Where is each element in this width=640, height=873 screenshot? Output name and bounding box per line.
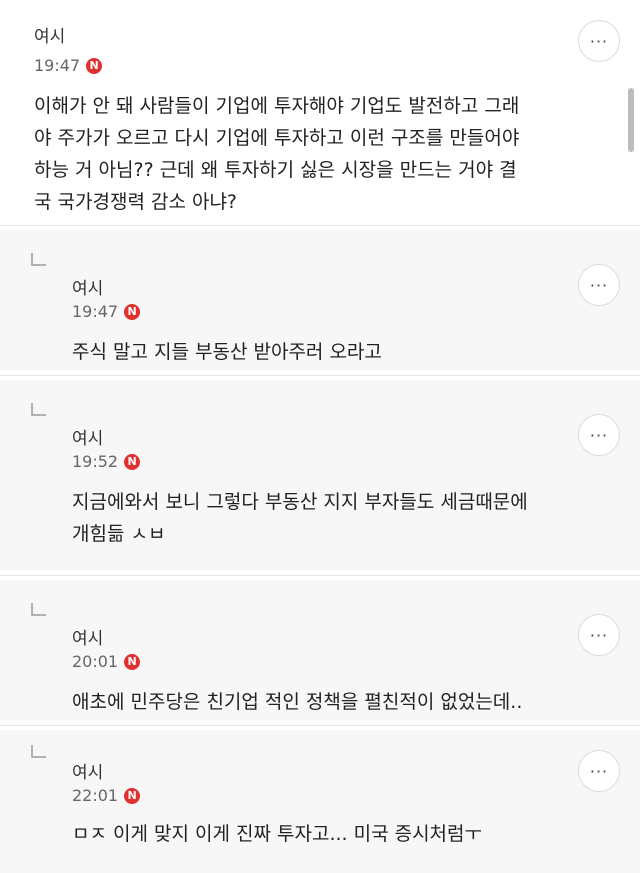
- reply-arrow-icon: [31, 745, 46, 758]
- more-icon: ···: [589, 761, 609, 781]
- reply-line: 애초에 민주당은 친기업 적인 정책을 펼친적이 없었는데..: [72, 691, 523, 713]
- reply-username[interactable]: 여시: [72, 274, 103, 299]
- more-options-button[interactable]: ···: [578, 20, 620, 62]
- reply-line: 지금에와서 보니 그렇다 부동산 지지 부자들도 세금때문에: [72, 491, 528, 513]
- more-icon: ···: [589, 425, 609, 445]
- new-badge-icon: N: [124, 653, 141, 670]
- comment-line: 야 주가가 오르고 다시 기업에 투자하고 이런 구조를 만들어야: [34, 127, 520, 149]
- reply-username[interactable]: 여시: [72, 758, 103, 783]
- more-options-button[interactable]: ···: [578, 750, 620, 792]
- divider: [0, 575, 640, 576]
- reply-time: 20:01: [72, 652, 119, 671]
- comment-line: 하능 거 아님?? 근데 왜 투자하기 싫은 시장을 만드는 거야 결: [34, 159, 517, 181]
- comment: 여시 19:47 N ··· 이해가 안 돼 사람들이 기업에 투자해야 기업도…: [0, 0, 640, 222]
- divider: [0, 375, 640, 376]
- reply-username[interactable]: 여시: [72, 624, 103, 649]
- more-icon: ···: [589, 625, 609, 645]
- comment-body: 이해가 안 돼 사람들이 기업에 투자해야 기업도 발전하고 그래 야 주가가 …: [34, 90, 519, 218]
- reply-comment: 여시 22:01 N ··· ㅁㅈ 이게 맞지 이게 진짜 투자고... 미국 …: [0, 730, 640, 873]
- comment-line: 국 국가경쟁력 감소 아냐?: [34, 191, 238, 213]
- divider: [0, 725, 640, 726]
- reply-meta: 19:47 N: [72, 302, 141, 321]
- reply-line: 주식 말고 지들 부동산 받아주러 오라고: [72, 341, 382, 363]
- reply-meta: 22:01 N: [72, 786, 141, 805]
- new-badge-icon: N: [124, 303, 141, 320]
- reply-comment: 여시 19:47 N ··· 주식 말고 지들 부동산 받아주러 오라고: [0, 230, 640, 370]
- reply-arrow-icon: [31, 253, 46, 266]
- more-options-button[interactable]: ···: [578, 614, 620, 656]
- more-icon: ···: [589, 275, 609, 295]
- reply-comment: 여시 20:01 N ··· 애초에 민주당은 친기업 적인 정책을 펼친적이 …: [0, 580, 640, 720]
- comment-username[interactable]: 여시: [34, 22, 65, 47]
- comment-meta: 19:47 N: [34, 56, 103, 75]
- reply-arrow-icon: [31, 603, 46, 616]
- reply-username[interactable]: 여시: [72, 424, 103, 449]
- more-icon: ···: [589, 31, 609, 51]
- new-badge-icon: N: [86, 57, 103, 74]
- reply-line: ㅁㅈ 이게 맞지 이게 진짜 투자고... 미국 증시처럼ㅜ: [72, 823, 482, 845]
- reply-time: 19:47: [72, 302, 119, 321]
- reply-body: ㅁㅈ 이게 맞지 이게 진짜 투자고... 미국 증시처럼ㅜ: [72, 818, 482, 850]
- reply-body: 지금에와서 보니 그렇다 부동산 지지 부자들도 세금때문에 개힘듦 ㅅㅂ: [72, 486, 528, 550]
- reply-time: 22:01: [72, 786, 119, 805]
- more-options-button[interactable]: ···: [578, 264, 620, 306]
- reply-body: 애초에 민주당은 친기업 적인 정책을 펼친적이 없었는데..: [72, 686, 522, 718]
- divider: [0, 225, 640, 226]
- reply-line: 개힘듦 ㅅㅂ: [72, 523, 166, 545]
- reply-body: 주식 말고 지들 부동산 받아주러 오라고: [72, 336, 382, 368]
- more-options-button[interactable]: ···: [578, 414, 620, 456]
- comment-time: 19:47: [34, 56, 81, 75]
- reply-meta: 20:01 N: [72, 652, 141, 671]
- new-badge-icon: N: [124, 787, 141, 804]
- comment-line: 이해가 안 돼 사람들이 기업에 투자해야 기업도 발전하고 그래: [34, 95, 520, 117]
- new-badge-icon: N: [124, 453, 141, 470]
- reply-meta: 19:52 N: [72, 452, 141, 471]
- reply-comment: 여시 19:52 N ··· 지금에와서 보니 그렇다 부동산 지지 부자들도 …: [0, 380, 640, 570]
- reply-time: 19:52: [72, 452, 119, 471]
- reply-arrow-icon: [31, 403, 46, 416]
- scrollbar[interactable]: [628, 88, 634, 152]
